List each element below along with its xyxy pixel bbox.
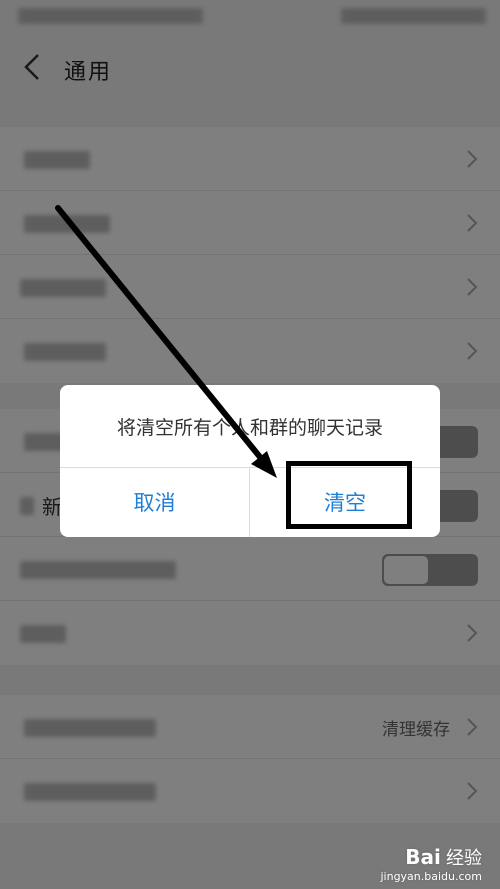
cancel-button[interactable]: 取消 (60, 468, 250, 537)
watermark-url: jingyan.baidu.com (380, 870, 482, 883)
watermark-logo: Bai (405, 845, 441, 869)
annotation-highlight-box (286, 461, 412, 529)
watermark-logo-suffix: 经验 (446, 848, 482, 869)
dialog-message: 将清空所有个人和群的聊天记录 (116, 417, 383, 439)
baidu-jingyan-watermark: Bai 经验 jingyan.baidu.com (380, 844, 482, 883)
